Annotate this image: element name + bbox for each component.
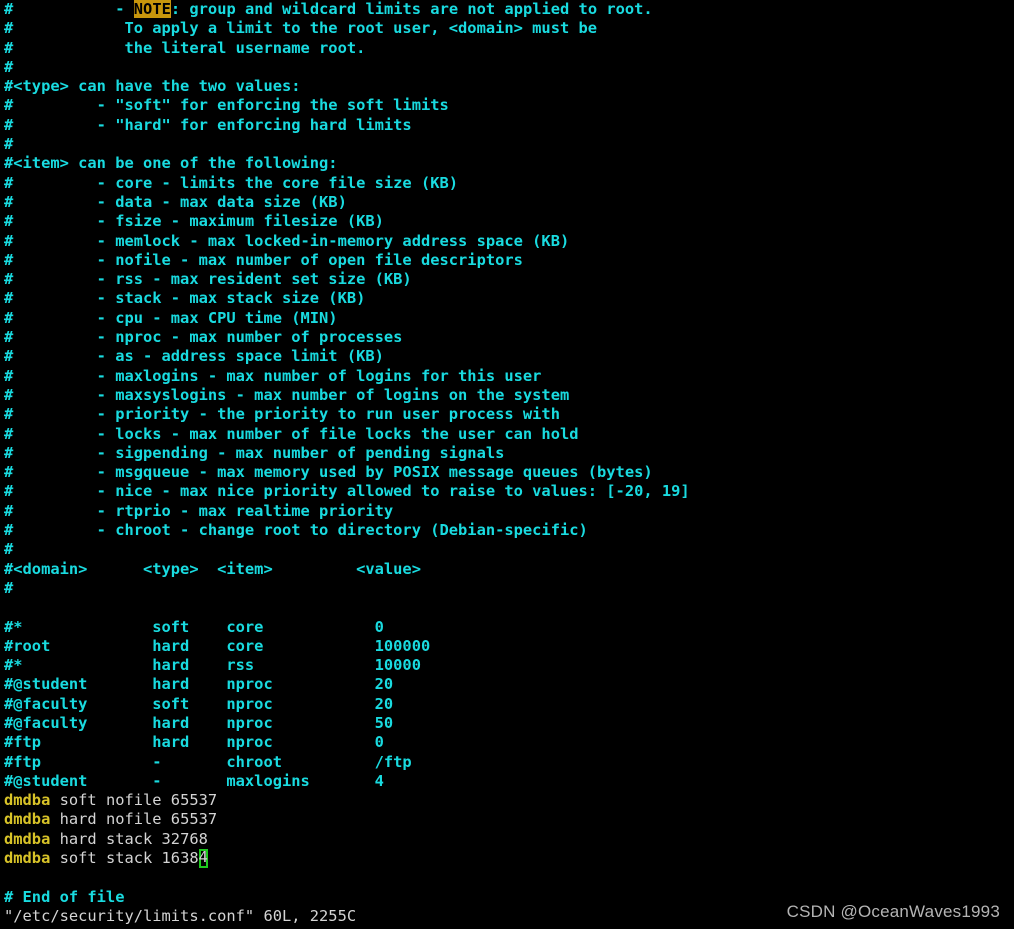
watermark: CSDN @OceanWaves1993 bbox=[786, 902, 1000, 921]
editor-line-hash: # bbox=[4, 578, 14, 597]
note-indent bbox=[13, 0, 115, 18]
editor-line-item-cpu: # - cpu - max CPU time (MIN) bbox=[4, 308, 338, 327]
editor-line-type-hard: # - "hard" for enforcing hard limits bbox=[4, 115, 412, 134]
table-row-active: dmdba hard nofile 65537 bbox=[0, 810, 1014, 829]
editor-line-item-data: # - data - max data size (KB) bbox=[4, 192, 347, 211]
editor-line-item-stack: # - stack - max stack size (KB) bbox=[4, 289, 366, 308]
config-rest: hard nofile 65537 bbox=[50, 810, 218, 829]
table-row-active: dmdba hard stack 32768 bbox=[0, 830, 1014, 849]
table-row: #* soft core 0 bbox=[4, 617, 384, 636]
editor-line-hash: # bbox=[4, 540, 14, 559]
editor-line-type-soft: # - "soft" for enforcing the soft limits bbox=[4, 96, 449, 115]
editor-line-item-maxsyslogins: # - maxsyslogins - max number of logins … bbox=[4, 385, 570, 404]
editor-line-note: # - NOTE: group and wildcard limits are … bbox=[0, 0, 1014, 19]
editor-line-note-cont-2: # the literal username root. bbox=[4, 38, 366, 57]
table-row: #* hard rss 10000 bbox=[4, 656, 421, 675]
editor-line-note-cont-1: # To apply a limit to the root user, <do… bbox=[4, 19, 598, 38]
editor-line-item-locks: # - locks - max number of file locks the… bbox=[4, 424, 579, 443]
table-header-row: #<domain> <type> <item> <value> bbox=[4, 559, 421, 578]
table-row: #@student hard nproc 20 bbox=[4, 675, 394, 694]
editor-line-type-header: #<type> can have the two values: bbox=[4, 77, 301, 96]
editor-line-item-header: #<item> can be one of the following: bbox=[4, 154, 338, 173]
config-rest: soft nofile 65537 bbox=[50, 791, 218, 810]
terminal-screen[interactable]: # - NOTE: group and wildcard limits are … bbox=[0, 0, 1014, 929]
editor-line-hash: # bbox=[4, 135, 14, 154]
editor-line-item-nofile: # - nofile - max number of open file des… bbox=[4, 250, 523, 269]
note-bullet: - bbox=[115, 0, 125, 18]
table-row: #@faculty soft nproc 20 bbox=[4, 694, 394, 713]
text-cursor[interactable]: 4 bbox=[199, 849, 208, 868]
config-domain: dmdba bbox=[4, 791, 51, 810]
table-row: #@faculty hard nproc 50 bbox=[4, 713, 394, 732]
editor-line-blank bbox=[0, 868, 1014, 887]
editor-line-item-nproc: # - nproc - max number of processes bbox=[4, 328, 403, 347]
editor-line-item-rtprio: # - rtprio - max realtime priority bbox=[4, 501, 394, 520]
editor-line-hash: # bbox=[4, 57, 14, 76]
editor-line-item-nice: # - nice - max nice priority allowed to … bbox=[4, 482, 690, 501]
table-row: #ftp - chroot /ftp bbox=[4, 752, 412, 771]
editor-line-item-memlock: # - memlock - max locked-in-memory addre… bbox=[4, 231, 570, 250]
note-text: : group and wildcard limits are not appl… bbox=[170, 0, 653, 18]
editor-line-item-msgqueue: # - msgqueue - max memory used by POSIX … bbox=[4, 463, 653, 482]
editor-line-item-maxlogins: # - maxlogins - max number of logins for… bbox=[4, 366, 542, 385]
config-rest: soft stack 1638 bbox=[50, 849, 199, 868]
editor-line-item-as: # - as - address space limit (KB) bbox=[4, 347, 384, 366]
table-row-active: dmdba soft nofile 65537 bbox=[0, 791, 1014, 810]
config-rest: hard stack 32768 bbox=[50, 829, 208, 848]
editor-line-item-priority: # - priority - the priority to run user … bbox=[4, 405, 560, 424]
config-domain: dmdba bbox=[4, 810, 51, 829]
table-row: #@student - maxlogins 4 bbox=[4, 771, 384, 790]
table-row: #ftp hard nproc 0 bbox=[4, 733, 384, 752]
editor-line-item-fsize: # - fsize - maximum filesize (KB) bbox=[4, 212, 384, 231]
editor-line-item-rss: # - rss - max resident set size (KB) bbox=[4, 270, 412, 289]
table-row-active-cursor: dmdba soft stack 16384 bbox=[0, 849, 1014, 868]
editor-line-blank bbox=[0, 598, 1014, 617]
editor-line-item-chroot: # - chroot - change root to directory (D… bbox=[4, 521, 588, 540]
config-domain: dmdba bbox=[4, 829, 51, 848]
editor-line-item-sigpending: # - sigpending - max number of pending s… bbox=[4, 443, 505, 462]
table-row: #root hard core 100000 bbox=[4, 636, 431, 655]
editor-line-item-core: # - core - limits the core file size (KB… bbox=[4, 173, 459, 192]
config-domain: dmdba bbox=[4, 849, 51, 868]
comment-hash: # bbox=[4, 0, 14, 18]
note-highlight-label: NOTE bbox=[133, 0, 171, 18]
